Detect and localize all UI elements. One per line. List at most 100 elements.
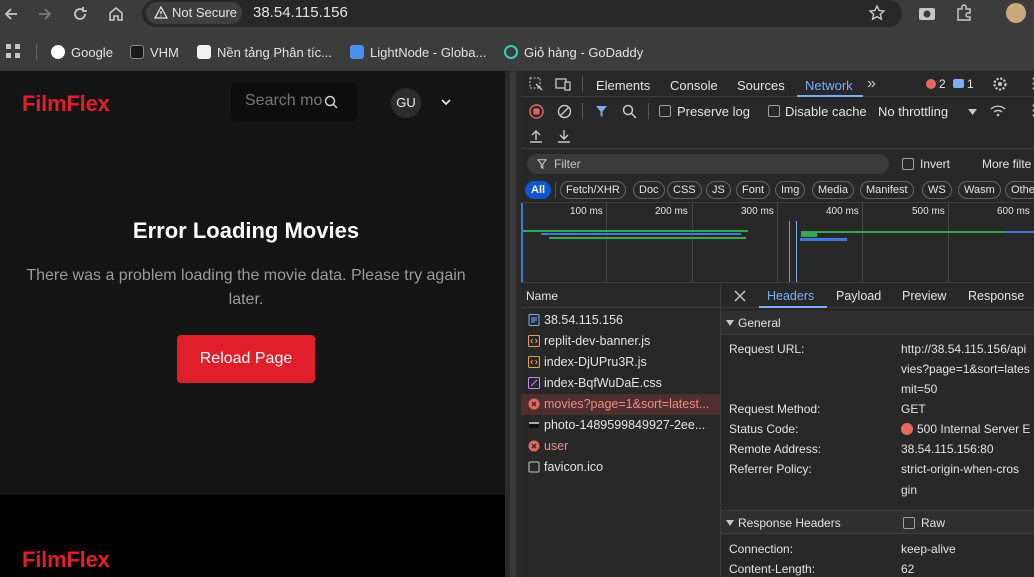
disable-cache-checkbox[interactable] [768,105,780,117]
inspect-element-icon[interactable] [529,77,544,92]
import-har-icon[interactable] [529,129,543,143]
request-url-value: vies?page=1&sort=lates [901,362,1030,376]
filter-manifest[interactable]: Manifest [860,181,914,199]
more-filters-button[interactable]: More filte [982,157,1031,171]
apps-grid-icon[interactable] [6,44,20,58]
filter-all[interactable]: All [525,181,552,199]
request-row[interactable]: photo-1489599849927-2ee... [521,415,720,436]
preserve-log-checkbox[interactable] [659,105,671,117]
export-har-icon[interactable] [557,129,571,143]
bookmarks-separator [36,44,37,60]
request-row[interactable]: replit-dev-banner.js [521,331,720,352]
search-icon[interactable] [324,95,338,109]
filter-js[interactable]: JS [706,181,731,199]
filter-input[interactable]: Filter [527,154,889,174]
stop-recording-icon[interactable] [529,104,544,119]
bookmark-lightnode[interactable]: LightNode - Globa... [350,43,486,61]
panel-splitter[interactable] [505,71,521,577]
more-network-options-icon[interactable]: ⋮ [1026,101,1034,119]
request-row[interactable]: index-DjUPru3R.js [521,352,720,373]
request-row[interactable]: index-BqfWuDaE.css [521,373,720,394]
connection-value: keep-alive [901,542,956,556]
filter-ws[interactable]: WS [922,181,952,199]
name-column-header[interactable]: Name [526,289,558,303]
site-footer: FilmFlex [0,495,505,577]
search-input[interactable] [245,92,327,110]
user-avatar[interactable]: GU [391,88,421,118]
scrollbar-thumb[interactable] [510,71,516,577]
settings-gear-icon[interactable] [992,76,1008,92]
invert-label[interactable]: Invert [920,157,950,171]
tab-network[interactable]: Network [805,78,853,93]
timeline-start-marker [521,203,523,282]
filter-css[interactable]: CSS [667,181,702,199]
forward-icon[interactable] [34,4,54,24]
more-tabs-icon[interactable]: » [867,75,876,93]
filter-funnel-icon [537,159,547,169]
general-section-header[interactable]: General [721,311,1034,335]
tab-elements[interactable]: Elements [596,78,650,93]
reload-page-button[interactable]: Reload Page [177,335,315,383]
request-name: favicon.ico [544,460,604,474]
footer-logo[interactable]: FilmFlex [22,547,110,573]
filter-wasm[interactable]: Wasm [958,181,1001,199]
request-row[interactable]: favicon.ico [521,457,720,478]
timeline-tick: 300 ms [741,206,774,217]
message-count[interactable]: 1 [967,77,974,91]
site-icon [197,45,211,59]
device-toolbar-icon[interactable] [555,77,571,92]
detail-tab-preview[interactable]: Preview [902,289,946,303]
detail-tab-response[interactable]: Response [968,289,1024,303]
bookmark-godaddy[interactable]: Giỏ hàng - GoDaddy [504,43,643,61]
filter-img[interactable]: Img [775,181,806,199]
filter-doc[interactable]: Doc [633,181,665,199]
url-text[interactable]: 38.54.115.156 [253,4,348,21]
chevron-down-icon[interactable] [440,98,452,106]
screenshot-icon[interactable] [918,5,936,21]
clear-icon[interactable] [557,104,572,119]
request-method-key: Request Method: [729,402,821,416]
filter-icon[interactable] [595,105,608,118]
preserve-log-label[interactable]: Preserve log [677,104,750,119]
bookmark-analytics[interactable]: Nền tảng Phân tíc... [197,43,332,61]
bookmark-google[interactable]: Google [51,43,113,61]
bookmark-star-icon[interactable] [868,4,886,22]
error-count[interactable]: 2 [939,77,946,91]
home-icon[interactable] [106,4,126,24]
request-method-value: GET [901,402,926,416]
filter-font[interactable]: Font [736,181,771,199]
network-conditions-icon[interactable] [989,103,1007,119]
back-icon[interactable] [2,4,22,24]
profile-avatar-icon[interactable] [1006,3,1026,23]
detail-tab-payload[interactable]: Payload [836,289,881,303]
raw-label[interactable]: Raw [921,516,945,530]
search-box[interactable] [231,83,357,121]
timeline-tick: 400 ms [826,206,859,217]
close-icon[interactable] [734,290,746,302]
error-icon[interactable] [926,79,936,89]
response-headers-section-header[interactable]: Response Headers Raw [721,510,1034,534]
filter-fetch-xhr[interactable]: Fetch/XHR [560,181,626,199]
extensions-icon[interactable] [955,4,973,22]
more-options-icon[interactable]: ⋮ [1026,74,1034,92]
site-logo[interactable]: FilmFlex [22,91,110,117]
dropdown-arrow-icon[interactable] [968,109,977,115]
bookmark-vhm[interactable]: VHM [130,43,179,61]
godaddy-icon [504,45,518,59]
detail-tab-headers[interactable]: Headers [767,289,814,303]
tab-sources[interactable]: Sources [737,78,785,93]
security-chip[interactable]: Not Secure [146,2,242,24]
filter-media[interactable]: Media [812,181,854,199]
disable-cache-label[interactable]: Disable cache [785,104,867,119]
filter-other[interactable]: Othe [1005,181,1034,199]
search-network-icon[interactable] [622,104,637,119]
request-row-selected-error[interactable]: movies?page=1&sort=latest... [521,394,720,415]
raw-checkbox[interactable] [903,517,915,529]
invert-checkbox[interactable] [902,158,914,170]
message-icon[interactable] [953,79,964,88]
tab-console[interactable]: Console [670,78,718,93]
request-row-error[interactable]: user [521,436,720,457]
reload-icon[interactable] [70,4,90,24]
throttling-select[interactable]: No throttling [878,104,948,119]
request-row[interactable]: 38.54.115.156 [521,310,720,331]
